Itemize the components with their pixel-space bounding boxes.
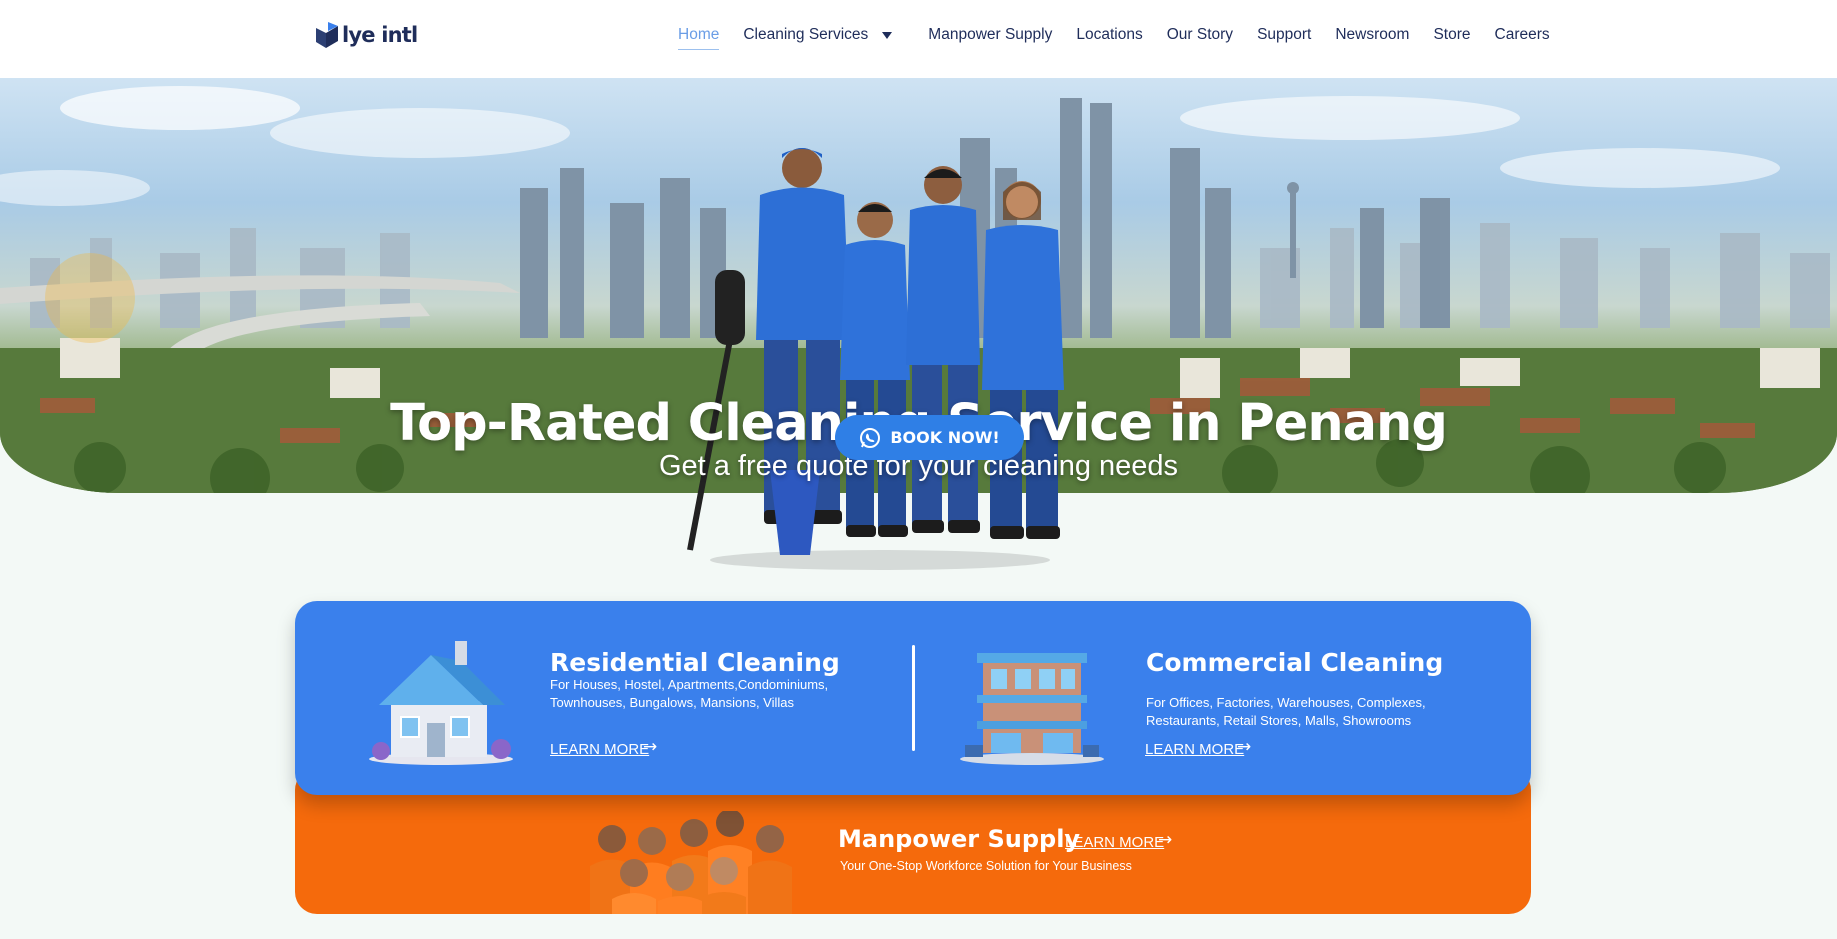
cleaning-team-photo <box>687 148 1064 570</box>
brand-logo[interactable]: lye intl <box>316 22 418 48</box>
commercial-description-line-2: Restaurants, Retail Stores, Malls, Showr… <box>1146 713 1412 728</box>
nav-item-locations[interactable]: Locations <box>1076 26 1142 44</box>
residential-learn-more-link[interactable]: LEARN MORE <box>550 741 649 758</box>
cleaning-services-card: Residential Cleaning For Houses, Hostel,… <box>295 601 1531 795</box>
main-nav: Home Cleaning Services Manpower Supply L… <box>678 26 1574 50</box>
top-navbar: lye intl Home Cleaning Services Manpower… <box>0 0 1837 78</box>
nav-item-cleaning-services[interactable]: Cleaning Services <box>743 26 904 44</box>
arrow-right-icon[interactable]: → <box>1158 830 1172 850</box>
manpower-title: Manpower Supply <box>838 825 1081 853</box>
nav-item-support[interactable]: Support <box>1257 26 1311 44</box>
whatsapp-icon <box>860 427 881 448</box>
commercial-building-icon <box>960 653 1104 765</box>
logo-mark-icon <box>316 22 338 48</box>
services-divider <box>912 645 915 751</box>
brand-name: lye intl <box>342 23 418 47</box>
nav-item-cleaning-services-label[interactable]: Cleaning Services <box>743 26 868 44</box>
manpower-description: Your One-Stop Workforce Solution for You… <box>840 859 1132 873</box>
arrow-right-icon[interactable]: → <box>1237 737 1251 757</box>
residential-title: Residential Cleaning <box>550 648 840 677</box>
caret-down-icon[interactable] <box>882 31 893 39</box>
commercial-learn-more-link[interactable]: LEARN MORE <box>1145 741 1244 758</box>
house-icon <box>369 641 513 765</box>
commercial-title: Commercial Cleaning <box>1146 648 1444 677</box>
manpower-team-photo <box>590 811 792 914</box>
nav-item-manpower-supply[interactable]: Manpower Supply <box>928 26 1052 44</box>
manpower-learn-more-link[interactable]: LEARN MORE <box>1065 834 1164 851</box>
arrow-right-icon[interactable]: → <box>643 737 657 757</box>
nav-item-home[interactable]: Home <box>678 26 720 50</box>
nav-item-store[interactable]: Store <box>1433 26 1470 44</box>
residential-description-line-2: Townhouses, Bungalows, Mansions, Villas <box>550 695 795 710</box>
residential-description-line-1: For Houses, Hostel, Apartments,Condomini… <box>550 677 829 692</box>
book-now-button[interactable]: BOOK NOW! <box>835 415 1024 460</box>
nav-item-our-story[interactable]: Our Story <box>1167 26 1233 44</box>
book-now-label: BOOK NOW! <box>890 428 1000 447</box>
nav-item-careers[interactable]: Careers <box>1495 26 1550 44</box>
commercial-description-line-1: For Offices, Factories, Warehouses, Comp… <box>1146 695 1426 710</box>
nav-item-newsroom[interactable]: Newsroom <box>1335 26 1409 44</box>
